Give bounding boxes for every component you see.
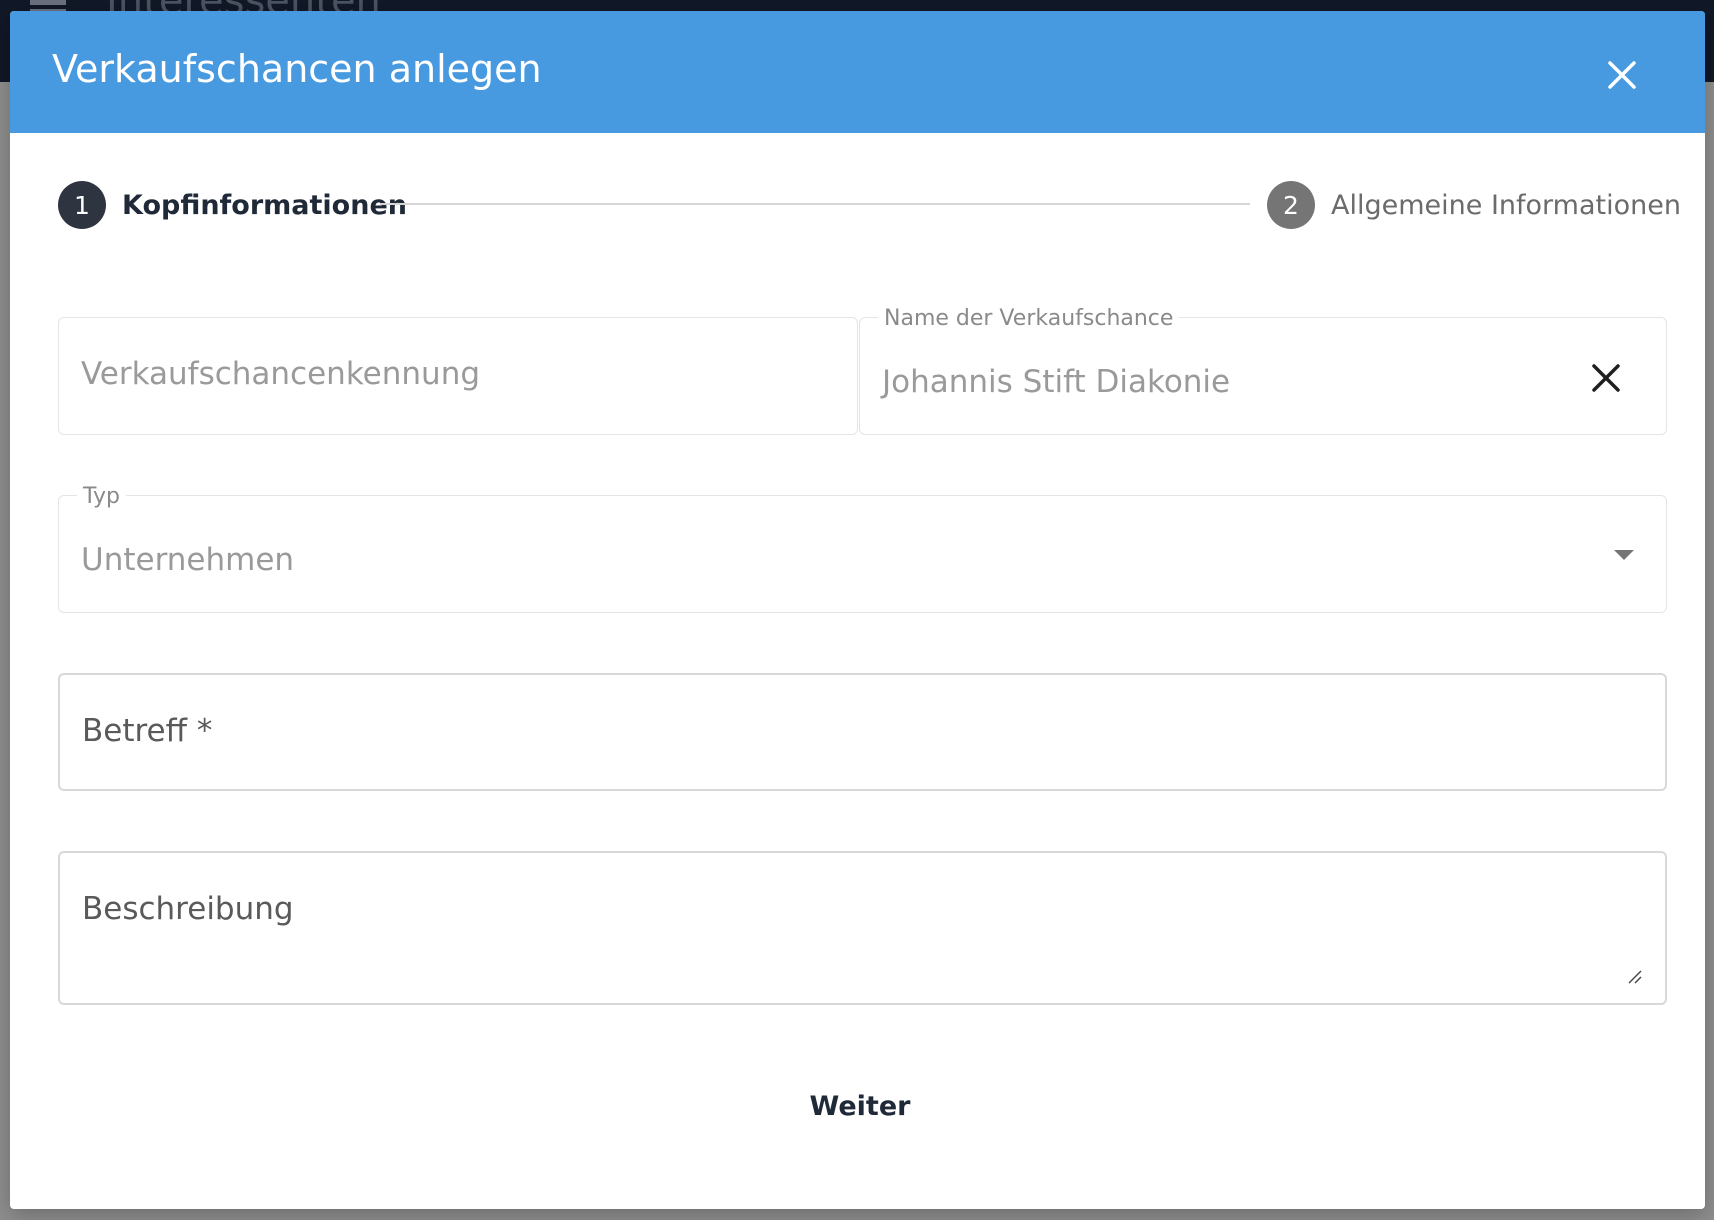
opportunity-id-field[interactable]: Verkaufschancenkennung [58,317,858,435]
resize-handle-icon[interactable] [1627,969,1643,985]
opportunity-id-placeholder: Verkaufschancenkennung [81,356,481,392]
step-label: Kopfinformationen [122,189,407,221]
step-number: 1 [58,181,106,229]
step-label: Allgemeine Informationen [1331,189,1681,221]
next-button[interactable]: Weiter [790,1081,930,1131]
subject-label: Betreff * [82,713,213,749]
subject-field[interactable]: Betreff * [58,673,1667,791]
chevron-down-icon[interactable] [1614,550,1634,560]
type-select[interactable]: Typ Unternehmen [58,484,1667,613]
type-value: Unternehmen [81,542,295,578]
step-kopfinformationen[interactable]: 1 Kopfinformationen [58,180,407,230]
create-opportunity-dialog: Verkaufschancen anlegen 1 Kopfinformatio… [10,11,1705,1209]
description-textarea[interactable]: Beschreibung [58,851,1667,1005]
step-allgemeine-informationen[interactable]: 2 Allgemeine Informationen [1267,180,1681,230]
description-label: Beschreibung [82,891,294,927]
opportunity-name-value: Johannis Stift Diakonie [882,364,1231,400]
opportunity-name-label: Name der Verkaufschance [878,306,1180,331]
close-icon[interactable] [1604,57,1640,93]
opportunity-name-field[interactable]: Name der Verkaufschance Johannis Stift D… [859,306,1667,435]
stepper-connector [380,203,1250,205]
type-label: Typ [77,484,126,509]
step-number: 2 [1267,181,1315,229]
dialog-header: Verkaufschancen anlegen [10,11,1705,133]
dialog-title: Verkaufschancen anlegen [52,47,542,91]
close-icon[interactable] [1590,362,1622,394]
